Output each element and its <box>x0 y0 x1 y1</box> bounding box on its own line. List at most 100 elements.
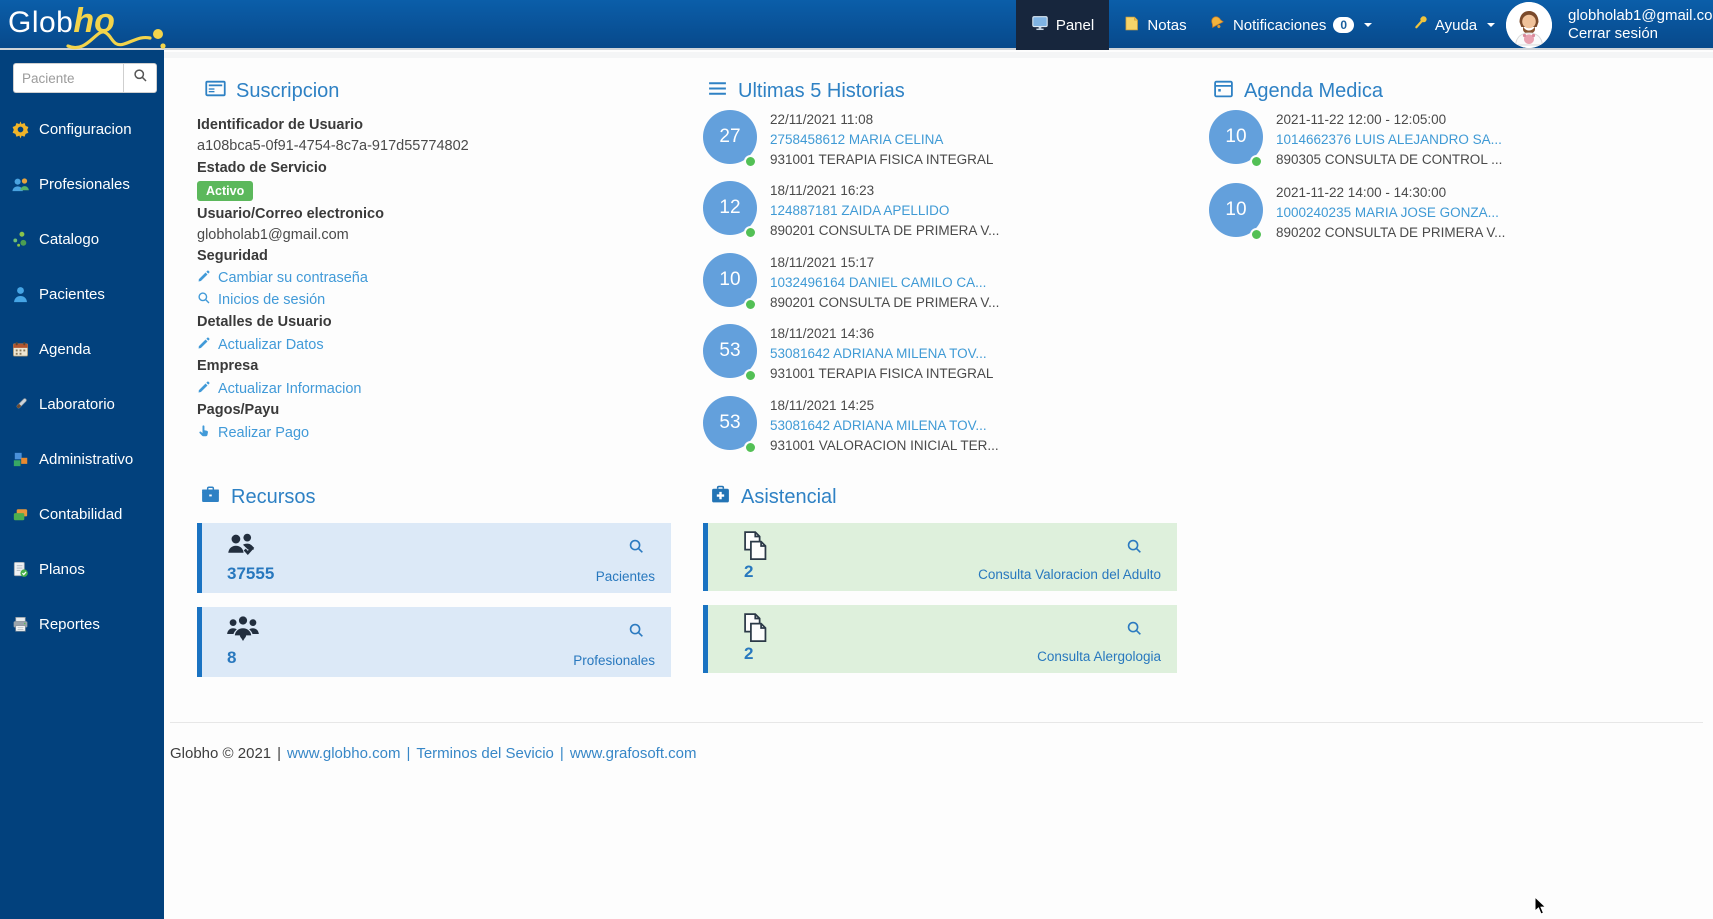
pencil-icon <box>197 336 211 354</box>
nav-notas[interactable]: Notas <box>1109 0 1201 50</box>
zoom-icon[interactable] <box>1126 538 1143 560</box>
update-data-link[interactable]: Actualizar Datos <box>197 336 324 354</box>
entry-date: 18/11/2021 14:25 <box>770 398 875 413</box>
entry-date: 22/11/2021 11:08 <box>770 112 874 127</box>
patient-link[interactable]: 2758458612 MARIA CELINA <box>770 130 993 150</box>
zoom-icon[interactable] <box>628 538 645 560</box>
chevron-down-icon <box>1487 23 1496 27</box>
nav-panel[interactable]: Panel <box>1016 0 1109 50</box>
pencil-icon <box>197 380 211 398</box>
sidebar-item-label: Profesionales <box>39 175 130 193</box>
brand-swoosh <box>66 29 166 50</box>
patient-link[interactable]: 53081642 ADRIANA MILENA TOV... <box>770 344 993 364</box>
change-password-link[interactable]: Cambiar su contraseña <box>197 269 368 287</box>
patient-search-input[interactable] <box>13 63 123 93</box>
footer-copyright: Globho © 2021 <box>170 745 272 762</box>
status-dot <box>744 441 757 454</box>
login-history-link[interactable]: Inicios de sesión <box>197 291 325 309</box>
nav-panel-label: Panel <box>1055 16 1095 34</box>
entry-service: 890202 CONSULTA DE PRIMERA V... <box>1276 225 1506 240</box>
status-dot <box>744 226 757 239</box>
sidebar-item-agenda[interactable]: Agenda <box>0 336 164 362</box>
recursos-card-pacientes[interactable]: 37555 Pacientes <box>197 523 671 593</box>
note-icon <box>1123 15 1140 36</box>
top-navbar: Panel Notas Notificaciones 0 Ayuda globh… <box>0 0 1713 50</box>
patient-link[interactable]: 1000240235 MARIA JOSE GONZA... <box>1276 203 1505 223</box>
section-asistencial-title: Asistencial <box>710 484 837 510</box>
asistencial-card-valoracion[interactable]: 2 Consulta Valoracion del Adulto <box>703 523 1177 591</box>
footer-link-grafosoft[interactable]: www.grafosoft.com <box>570 745 697 762</box>
card-label: Pacientes <box>595 569 655 584</box>
sidebar-item-pacientes[interactable]: Pacientes <box>0 281 164 307</box>
user-id-value: a108bca5-0f91-4754-8c7a-917d55774802 <box>197 138 469 154</box>
field-label: Usuario/Correo electronico <box>197 206 384 222</box>
sidebar-item-configuracion[interactable]: Configuracion <box>0 116 164 142</box>
content-top-strip <box>164 52 1713 58</box>
professionals-count: 8 <box>227 648 237 667</box>
status-dot <box>744 298 757 311</box>
subscription-card-icon <box>205 78 226 105</box>
logout-link[interactable]: Cerrar sesión <box>1568 25 1713 43</box>
user-session-block[interactable]: globholab1@gmail.com Cerrar sesión <box>1568 7 1713 43</box>
sidebar-item-label: Configuracion <box>39 120 132 138</box>
magnifier-icon <box>197 291 211 309</box>
pay-hand-icon <box>197 424 211 442</box>
consulta-count: 2 <box>744 644 754 663</box>
wrench-icon <box>1411 15 1428 36</box>
footer-link-globho[interactable]: www.globho.com <box>287 745 400 762</box>
patient-link[interactable]: 124887181 ZAIDA APELLIDO <box>770 201 999 221</box>
recursos-card-profesionales[interactable]: 8 Profesionales <box>197 607 671 677</box>
patient-search <box>13 63 157 93</box>
make-payment-link[interactable]: Realizar Pago <box>197 424 309 442</box>
zoom-icon[interactable] <box>628 622 645 644</box>
nav-notificaciones[interactable]: Notificaciones 0 <box>1201 0 1379 50</box>
first-aid-icon <box>710 484 731 511</box>
hamburger-list-icon <box>707 78 728 105</box>
patient-search-button[interactable] <box>123 63 157 93</box>
sidebar-item-reportes[interactable]: Reportes <box>0 611 164 637</box>
sidebar-item-laboratorio[interactable]: Laboratorio <box>0 391 164 417</box>
entry-date: 2021-11-22 12:00 - 12:05:00 <box>1276 112 1447 127</box>
sidebar-item-label: Laboratorio <box>39 395 115 413</box>
footer: Globho © 2021 | www.globho.com | Terminos de… <box>170 745 697 762</box>
cards-icon <box>11 505 30 524</box>
bell-icon <box>1208 14 1226 36</box>
field-label: Estado de Servicio <box>197 160 327 176</box>
entry-date: 2021-11-22 14:00 - 14:30:00 <box>1276 185 1447 200</box>
user-avatar[interactable] <box>1506 2 1552 48</box>
sidebar-item-label: Administrativo <box>39 450 134 468</box>
status-dot <box>744 369 757 382</box>
patient-link[interactable]: 1014662376 LUIS ALEJANDRO SA... <box>1276 130 1502 150</box>
left-sidebar: Configuracion Profesionales Catalogo Pac… <box>0 50 164 919</box>
zoom-icon[interactable] <box>1126 620 1143 642</box>
sidebar-item-planos[interactable]: Planos <box>0 556 164 582</box>
patient-link[interactable]: 53081642 ADRIANA MILENA TOV... <box>770 416 999 436</box>
status-dot <box>1250 155 1263 168</box>
briefcase-icon <box>200 484 221 511</box>
footer-link-terminos[interactable]: Terminos del Sevicio <box>416 745 554 762</box>
nav-notificaciones-label: Notificaciones <box>1232 16 1327 34</box>
card-label: Profesionales <box>573 653 655 668</box>
brand-logo[interactable]: Globho <box>8 2 178 54</box>
section-agenda-title: Agenda Medica <box>1213 78 1383 104</box>
globho-dashboard: Panel Notas Notificaciones 0 Ayuda globh… <box>0 0 1713 919</box>
sidebar-item-catalogo[interactable]: Catalogo <box>0 226 164 252</box>
nav-ayuda[interactable]: Ayuda <box>1411 0 1496 50</box>
sidebar-item-profesionales[interactable]: Profesionales <box>0 171 164 197</box>
calendar-icon <box>11 340 30 359</box>
patient-link[interactable]: 1032496164 DANIEL CAMILO CA... <box>770 273 999 293</box>
chevron-down-icon <box>1364 23 1373 27</box>
search-icon <box>133 68 148 88</box>
user-email: globholab1@gmail.com <box>1568 7 1713 24</box>
entry-service: 931001 VALORACION INICIAL TER... <box>770 438 999 453</box>
field-label: Empresa <box>197 358 259 374</box>
update-company-link[interactable]: Actualizar Informacion <box>197 380 361 398</box>
asistencial-card-alergologia[interactable]: 2 Consulta Alergologia <box>703 605 1177 673</box>
entry-date: 18/11/2021 16:23 <box>770 183 875 198</box>
monitor-icon <box>1031 14 1049 36</box>
sidebar-item-administrativo[interactable]: Administrativo <box>0 446 164 472</box>
sidebar-item-label: Agenda <box>39 340 91 358</box>
sidebar-item-contabilidad[interactable]: Contabilidad <box>0 501 164 527</box>
entry-service: 931001 TERAPIA FISICA INTEGRAL <box>770 366 994 381</box>
notifications-count-badge: 0 <box>1333 17 1355 33</box>
